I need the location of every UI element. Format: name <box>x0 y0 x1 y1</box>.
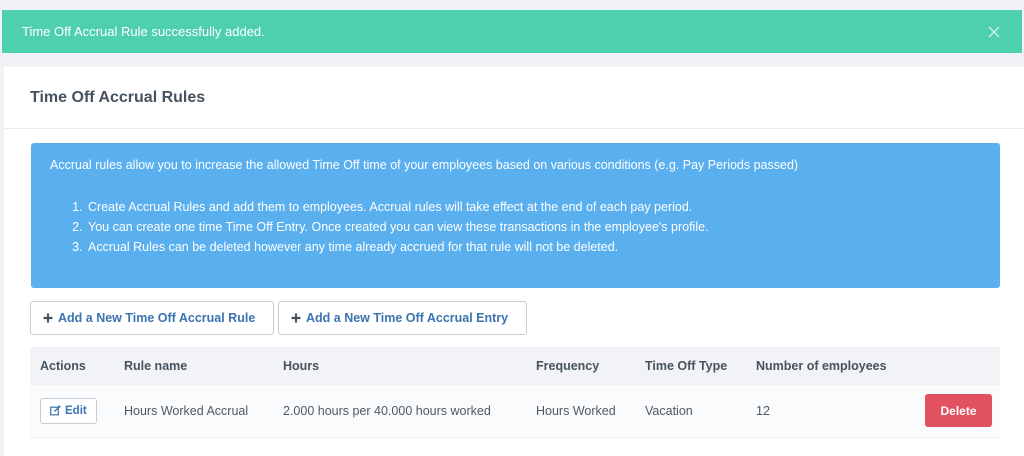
info-list-item: You can create one time Time Off Entry. … <box>86 217 981 237</box>
info-intro: Accrual rules allow you to increase the … <box>50 158 799 172</box>
column-header-actions: Actions <box>40 359 86 373</box>
panel-header: Time Off Accrual Rules <box>4 67 1024 129</box>
add-accrual-rule-label: Add a New Time Off Accrual Rule <box>58 311 256 325</box>
close-icon[interactable] <box>986 24 1002 40</box>
plus-icon <box>43 313 53 323</box>
column-header-hours: Hours <box>283 359 320 373</box>
add-accrual-entry-button[interactable]: Add a New Time Off Accrual Entry <box>278 301 527 335</box>
accrual-rules-table: Actions Rule name Hours Frequency Time O… <box>30 347 1000 438</box>
table-row: Edit Hours Worked Accrual 2.000 hours pe… <box>30 385 1000 437</box>
page-title: Time Off Accrual Rules <box>30 88 206 106</box>
cell-hours: 2.000 hours per 40.000 hours worked <box>283 403 491 418</box>
add-accrual-entry-label: Add a New Time Off Accrual Entry <box>306 311 509 325</box>
success-alert: Time Off Accrual Rule successfully added… <box>2 10 1022 53</box>
column-header-frequency: Frequency <box>536 359 600 373</box>
accrual-rules-panel: Time Off Accrual Rules Accrual rules all… <box>4 67 1024 456</box>
cell-rule-name: Hours Worked Accrual <box>124 403 249 418</box>
info-list: Create Accrual Rules and add them to emp… <box>50 197 981 257</box>
success-alert-message: Time Off Accrual Rule successfully added… <box>22 24 265 39</box>
column-header-rule-name: Rule name <box>124 359 188 373</box>
table-header-row: Actions Rule name Hours Frequency Time O… <box>30 347 1000 385</box>
cell-actions: Edit <box>30 385 114 437</box>
cell-frequency: Hours Worked <box>536 403 616 418</box>
column-header-time-off-type: Time Off Type <box>645 359 728 373</box>
action-buttons: Add a New Time Off Accrual Rule Add a Ne… <box>30 301 527 335</box>
cell-delete: Delete <box>896 385 1000 437</box>
column-header-delete <box>896 347 1000 385</box>
info-list-item: Accrual Rules can be deleted however any… <box>86 237 981 257</box>
edit-button-label: Edit <box>65 404 87 417</box>
plus-icon <box>291 313 301 323</box>
info-list-item: Create Accrual Rules and add them to emp… <box>86 197 981 217</box>
add-accrual-rule-button[interactable]: Add a New Time Off Accrual Rule <box>30 301 274 335</box>
edit-button[interactable]: Edit <box>40 397 97 424</box>
delete-button[interactable]: Delete <box>925 394 992 428</box>
edit-icon <box>50 405 61 416</box>
cell-number-of-employees: 12 <box>756 403 770 418</box>
column-header-number-of-employees: Number of employees <box>756 359 887 373</box>
info-box: Accrual rules allow you to increase the … <box>31 143 1000 288</box>
cell-time-off-type: Vacation <box>645 403 693 418</box>
